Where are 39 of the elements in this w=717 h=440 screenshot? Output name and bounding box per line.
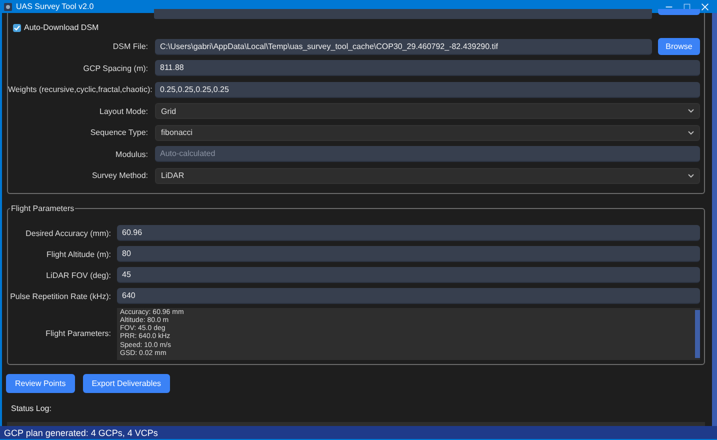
browse-button[interactable]: Browse bbox=[658, 38, 700, 56]
checkbox-label: Auto-Download DSM bbox=[24, 23, 99, 32]
field-label: Pulse Repetition Rate (kHz): bbox=[9, 292, 112, 300]
dropdown[interactable]: Grid bbox=[155, 103, 700, 120]
input-field[interactable]: 45 bbox=[117, 267, 700, 283]
field-label: GCP Spacing (m): bbox=[82, 64, 149, 73]
status-bar: GCP plan generated: 4 GCPs, 4 VCPs bbox=[0, 426, 717, 440]
dropdown[interactable]: LiDAR bbox=[155, 168, 700, 184]
action-button[interactable]: Review Points bbox=[6, 374, 75, 392]
input-field[interactable]: 60.96 bbox=[117, 225, 700, 241]
field-label: Survey Method: bbox=[90, 171, 149, 180]
field-label: LiDAR FOV (deg): bbox=[45, 270, 112, 280]
input-field[interactable]: 0.25,0.25,0.25,0.25 bbox=[155, 82, 700, 98]
action-button[interactable]: Export Deliverables bbox=[82, 374, 170, 392]
field-label: Weights (recursive,cyclic,fractal,chaotic): bbox=[8, 85, 154, 94]
field-label: Desired Accuracy (mm): bbox=[24, 228, 112, 238]
field-label: Flight Altitude (m): bbox=[46, 250, 112, 258]
window-title: UAS Survey Tool v2.0 bbox=[16, 2, 94, 11]
app-icon bbox=[4, 2, 12, 10]
scrollbar[interactable] bbox=[695, 310, 700, 358]
status-log-label: Status Log: bbox=[11, 404, 52, 412]
close-icon[interactable] bbox=[701, 2, 709, 10]
caret-icon bbox=[688, 130, 694, 135]
caret-icon bbox=[688, 109, 694, 114]
field-label: Flight Parameters: bbox=[44, 329, 112, 338]
input-field[interactable] bbox=[154, 9, 652, 19]
input-field[interactable]: 640 bbox=[117, 288, 700, 304]
checkbox[interactable] bbox=[13, 24, 21, 32]
input-field[interactable]: 811.88 bbox=[155, 60, 700, 76]
group-title: Flight Parameters bbox=[10, 204, 76, 212]
field-label: Layout Mode: bbox=[98, 106, 149, 116]
field-label: DSM File: bbox=[112, 42, 149, 52]
field-label: Modulus: bbox=[114, 150, 149, 159]
input-field[interactable]: C:\Users\gabri\AppData\Local\Temp\uas_survey_tool_cache\COP30_29.460792_-82.439290.tif bbox=[155, 38, 652, 55]
field-label: Sequence Type: bbox=[89, 128, 149, 138]
input-field[interactable]: 80 bbox=[117, 246, 700, 262]
dropdown[interactable]: fibonacci bbox=[155, 124, 700, 141]
scrollbar[interactable] bbox=[712, 13, 717, 426]
caret-icon bbox=[688, 174, 694, 178]
